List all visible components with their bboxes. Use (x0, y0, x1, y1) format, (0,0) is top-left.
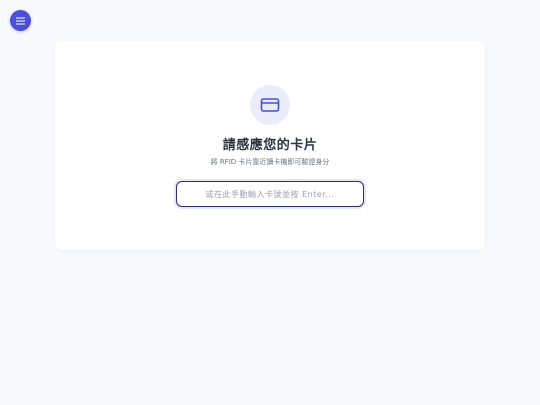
card-auth-panel: 請感應您的卡片 將 RFID 卡片靠近讀卡機即可驗證身分 (55, 41, 485, 250)
instruction-text: 將 RFID 卡片靠近讀卡機即可驗證身分 (210, 158, 330, 166)
page-title: 請感應您的卡片 (222, 138, 318, 153)
hamburger-menu-icon (16, 17, 25, 24)
card-icon-badge (250, 85, 290, 125)
menu-button[interactable] (10, 10, 31, 31)
credit-card-icon (260, 98, 280, 112)
card-number-input[interactable] (176, 181, 364, 207)
